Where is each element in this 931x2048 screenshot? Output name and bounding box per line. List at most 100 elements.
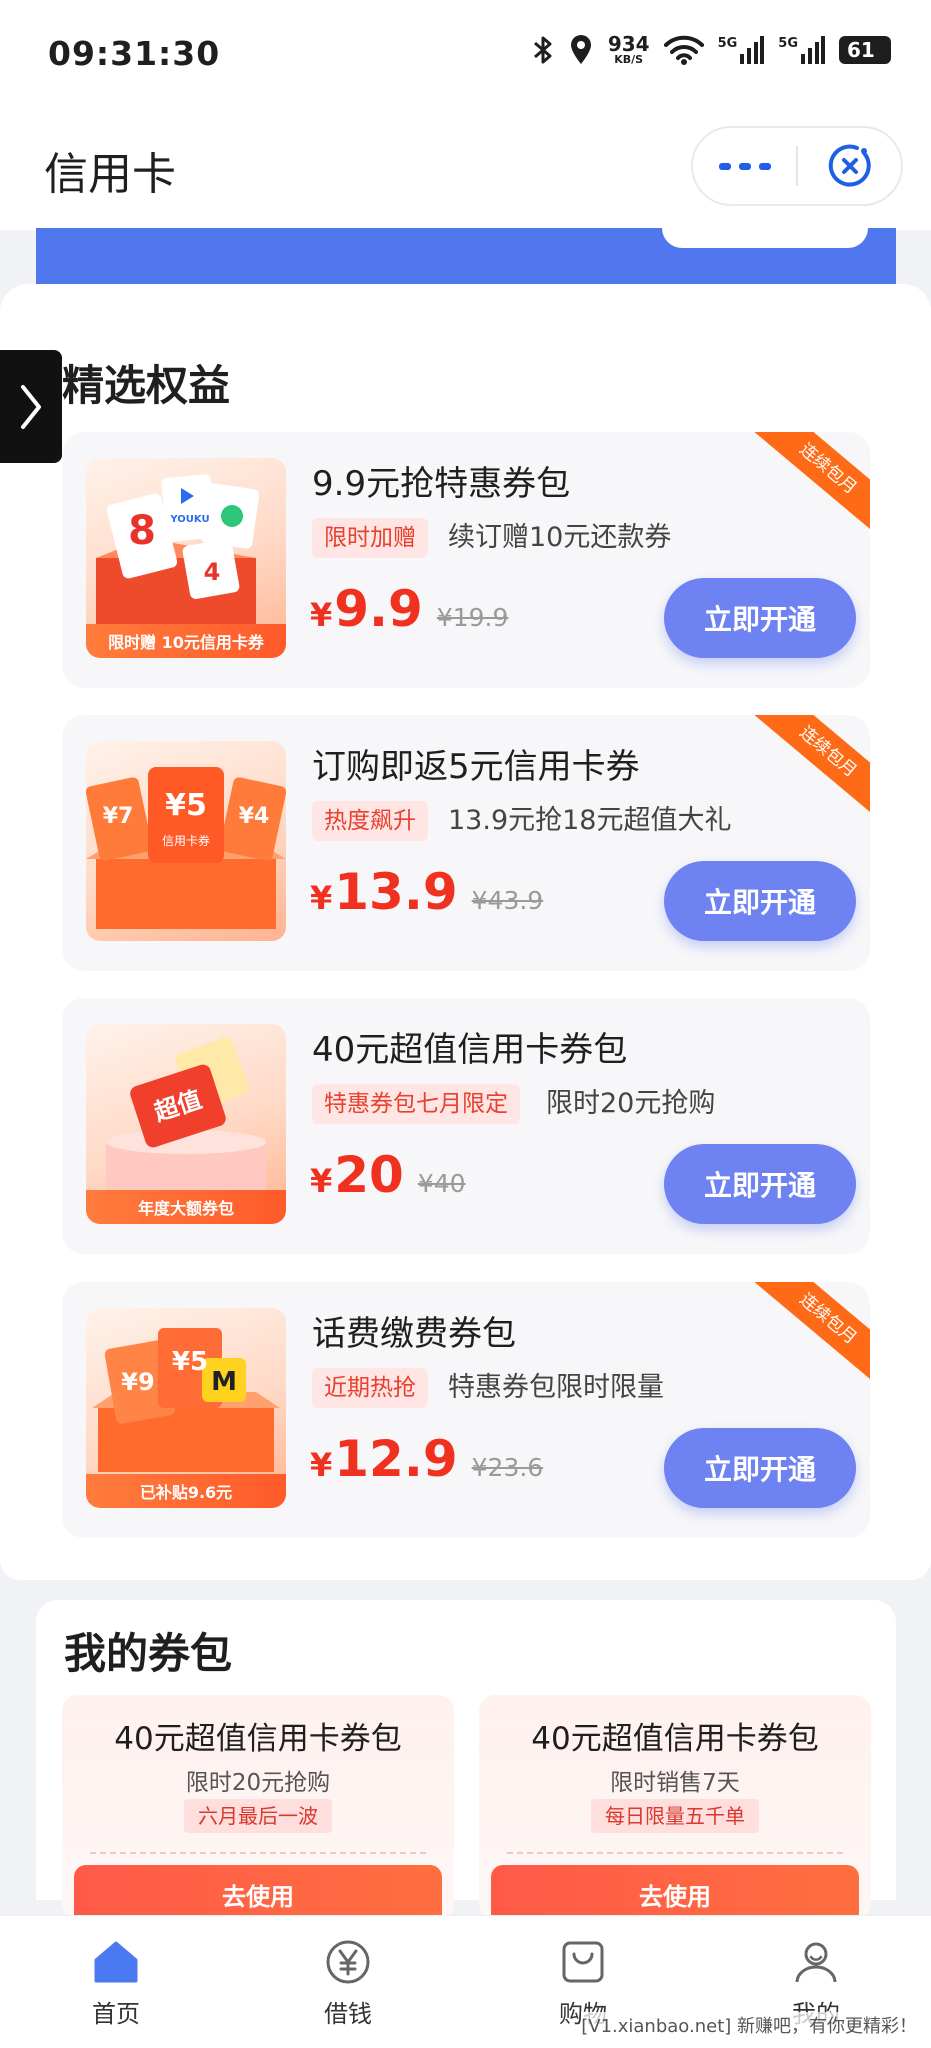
thumb-caption: 限时赠 10元信用卡券 (86, 624, 286, 658)
price-value: 9.9 (334, 580, 423, 638)
tab-borrow[interactable]: 借钱 (288, 1938, 408, 2029)
network-speed-value: 934 (607, 32, 650, 56)
battery-level: 61 (847, 38, 875, 62)
tab-label: 首页 (92, 2000, 140, 2028)
thumb-number-a: ¥9 (121, 1368, 154, 1396)
original-price: ¥19.9 (436, 603, 509, 632)
monthly-ribbon: 连续包月 (754, 715, 870, 818)
coupon-box-illustration: ¥5 信用卡券 ¥4 ¥7 (86, 767, 286, 929)
offer-card[interactable]: 8 4 YOUKU 限时赠 10元信用卡券 9.9元抢特惠券包 限时加赠 续订赠… (62, 432, 870, 688)
thumb-brand: M (211, 1367, 237, 1397)
thumb-number-c: ¥7 (103, 804, 134, 829)
price-value: 13.9 (334, 863, 458, 921)
open-now-button[interactable]: 立即开通 (664, 578, 856, 658)
thumb-number-b: ¥5 (172, 1347, 208, 1377)
coupon-title: 40元超值信用卡券包 (531, 1721, 819, 1757)
offer-thumbnail: ¥5 信用卡券 ¥4 ¥7 (86, 741, 286, 941)
currency-symbol: ¥ (310, 1446, 333, 1484)
signal-5g-1-label: 5G (717, 36, 738, 51)
coupon-subtitle: 限时销售7天 (610, 1770, 740, 1796)
offer-subtitle: 13.9元抢18元超值大礼 (448, 805, 732, 836)
offer-subtitle: 特惠券包限时限量 (448, 1372, 664, 1403)
signal-5g-1: 5G (718, 36, 765, 64)
offer-badge: 限时加赠 (312, 518, 428, 558)
thumb-caption: 年度大额券包 (86, 1190, 286, 1224)
thumb-number-b: ¥4 (239, 804, 270, 829)
offer-title: 话费缴费券包 (312, 1314, 516, 1354)
thumb-brand: YOUKU (169, 514, 209, 525)
bluetooth-icon (533, 36, 552, 64)
offer-thumbnail: M ¥9 ¥5 已补贴9.6元 (86, 1308, 286, 1508)
signal-5g-2-label: 5G (778, 36, 798, 51)
bag-icon (562, 1941, 604, 1983)
signal-bars-icon (740, 36, 765, 64)
thumb-label: 信用卡券 (162, 833, 210, 848)
offer-title: 9.9元抢特惠券包 (312, 464, 571, 504)
miniapp-capsule (691, 126, 903, 206)
tab-label: 借钱 (324, 2000, 372, 2028)
offer-card[interactable]: ¥5 信用卡券 ¥4 ¥7 订购即返5元信用卡券 热度飙升 13.9元抢18元超… (62, 715, 870, 971)
use-coupon-button[interactable]: 去使用 (491, 1865, 859, 1920)
page-title: 信用卡 (44, 149, 176, 200)
offer-price: ¥ 13.9 ¥43.9 (310, 863, 543, 921)
open-now-button[interactable]: 立即开通 (664, 1428, 856, 1508)
offer-title: 40元超值信用卡券包 (312, 1030, 628, 1070)
coupon-tag: 六月最后一波 (184, 1799, 332, 1833)
coupon-tag: 每日限量五千单 (591, 1799, 759, 1833)
status-bar: 09:31:30 934 KB/S 5G 5G 61 (0, 0, 931, 110)
coupon-title: 40元超值信用卡券包 (114, 1721, 402, 1757)
offer-badge: 近期热抢 (312, 1368, 428, 1408)
coupon-divider (507, 1852, 843, 1854)
offer-price: ¥ 20 ¥40 (310, 1146, 466, 1204)
open-now-button[interactable]: 立即开通 (664, 1144, 856, 1224)
coupon-subtitle: 限时20元抢购 (185, 1770, 331, 1796)
banner-pill (662, 228, 868, 248)
status-icons: 934 KB/S 5G 5G 61 (532, 34, 891, 66)
monthly-ribbon: 连续包月 (754, 1282, 870, 1385)
use-coupon-button[interactable]: 去使用 (74, 1865, 442, 1920)
currency-symbol: ¥ (310, 596, 333, 634)
thumb-caption: 已补贴9.6元 (86, 1474, 286, 1508)
user-icon (795, 1942, 837, 1983)
chevron-right-icon (21, 384, 41, 429)
tab-home[interactable]: 首页 (56, 1938, 176, 2029)
watermark: [V1.xianbao.net] 新赚吧，有你更精彩！ (581, 2012, 917, 2038)
original-price: ¥23.6 (471, 1453, 544, 1482)
currency-symbol: ¥ (310, 1162, 333, 1200)
thumb-number-b: 4 (204, 558, 221, 586)
close-button[interactable] (798, 128, 901, 204)
offer-card[interactable]: 超值 年度大额券包 40元超值信用卡券包 特惠券包七月限定 限时20元抢购 ¥ … (62, 998, 870, 1254)
offer-badge: 特惠券包七月限定 (312, 1084, 520, 1124)
coupon-divider (90, 1852, 426, 1854)
section-title: 精选权益 (62, 361, 231, 410)
signal-5g-2: 5G (778, 36, 825, 64)
more-button[interactable] (693, 128, 796, 204)
offer-card[interactable]: M ¥9 ¥5 已补贴9.6元 话费缴费券包 近期热抢 特惠券包限时限量 ¥ 1… (62, 1282, 870, 1538)
network-speed: 934 KB/S (608, 34, 650, 66)
wifi-icon (663, 35, 704, 65)
my-coupons-title: 我的券包 (64, 1629, 233, 1678)
offer-subtitle: 限时20元抢购 (546, 1088, 716, 1119)
open-now-button[interactable]: 立即开通 (664, 861, 856, 941)
more-dots-icon (718, 162, 771, 170)
thumb-number-a: 8 (128, 508, 156, 554)
currency-symbol: ¥ (310, 879, 333, 917)
close-target-icon (828, 144, 871, 187)
original-price: ¥43.9 (471, 886, 544, 915)
original-price: ¥40 (417, 1169, 466, 1198)
home-icon (94, 1941, 138, 1983)
coupon-card[interactable]: 40元超值信用卡券包 限时20元抢购 六月最后一波 去使用 (62, 1695, 454, 1920)
location-icon (570, 35, 591, 64)
offer-badge: 热度飙升 (312, 801, 428, 841)
offer-price: ¥ 9.9 ¥19.9 (310, 580, 508, 638)
title-bar: 信用卡 (0, 110, 931, 230)
side-drawer-toggle[interactable] (0, 350, 62, 463)
bottom-tab-bar: 首页 借钱 购物 我的 [V1.xianbao.net] 新赚吧，有你更精彩！ (0, 1915, 931, 2048)
coupon-card[interactable]: 40元超值信用卡券包 限时销售7天 每日限量五千单 去使用 (479, 1695, 871, 1920)
battery-indicator: 61 (839, 36, 891, 64)
thumb-number-a: ¥5 (165, 788, 207, 823)
price-value: 20 (334, 1146, 404, 1204)
offer-thumbnail: 8 4 YOUKU 限时赠 10元信用卡券 (86, 458, 286, 658)
offer-title: 订购即返5元信用卡券 (312, 747, 640, 787)
offer-subtitle: 续订赠10元还款券 (448, 522, 672, 553)
